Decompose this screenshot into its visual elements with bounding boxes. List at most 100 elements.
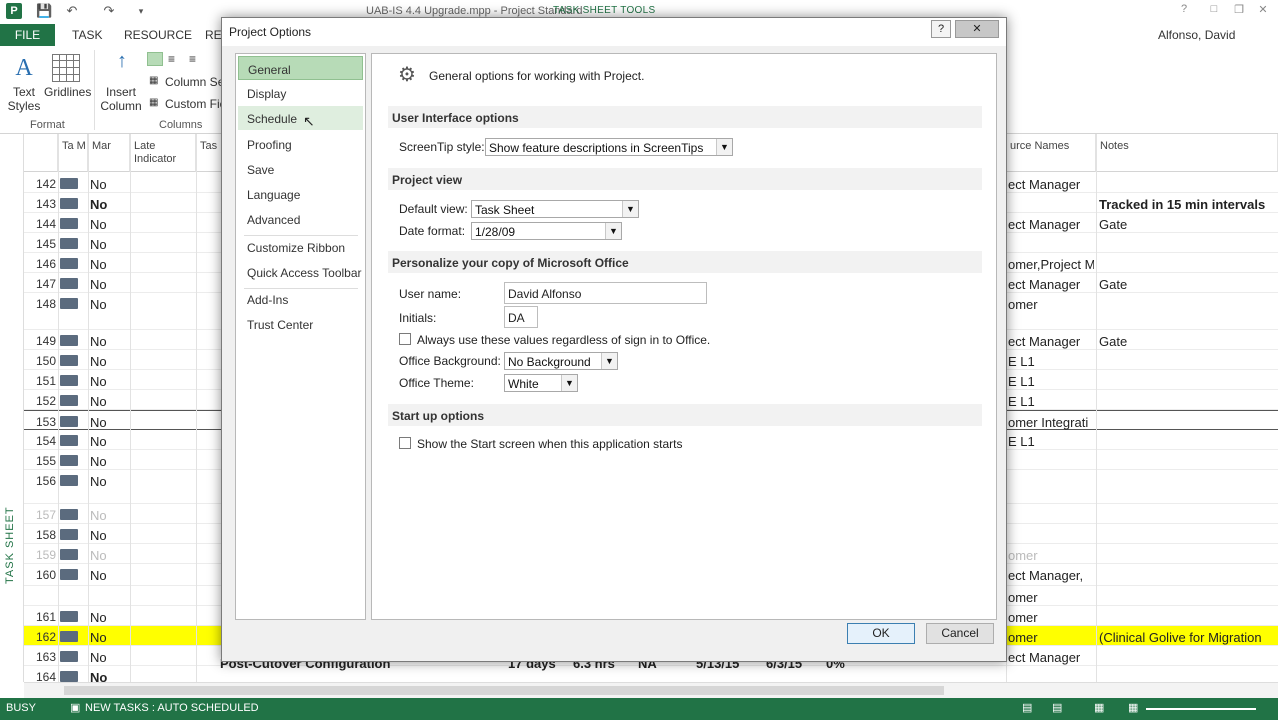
task-mode-icon — [60, 671, 78, 682]
office-background-label: Office Background: — [399, 354, 501, 368]
custom-fields-button[interactable]: Custom Fie — [165, 97, 226, 111]
start-screen-checkbox[interactable] — [399, 437, 411, 449]
gridlines-button[interactable]: Gridlines — [44, 85, 91, 99]
task-mode-icon — [60, 375, 78, 386]
task-mode-icon — [60, 298, 78, 309]
nav-quick-access-toolbar[interactable]: Quick Access Toolbar — [238, 260, 363, 284]
screentip-style-select[interactable]: Show feature descriptions in ScreenTips ▼ — [485, 138, 733, 156]
undo-icon[interactable]: ↶ — [64, 3, 80, 19]
office-background-select[interactable]: No Background ▼ — [504, 352, 618, 370]
nav-add-ins[interactable]: Add-Ins — [238, 287, 363, 311]
nav-schedule[interactable]: Schedule — [238, 106, 363, 130]
user-account[interactable]: Alfonso, David — [1158, 28, 1235, 42]
cell-resource-names: omer,Project M — [1008, 257, 1094, 272]
header-notes[interactable]: Notes — [1096, 134, 1278, 172]
cell-mar: No — [90, 508, 107, 523]
always-use-label: Always use these values regardless of si… — [417, 333, 711, 347]
dialog-close-button[interactable]: ✕ — [955, 20, 999, 38]
nav-advanced[interactable]: Advanced — [238, 207, 363, 231]
nav-display[interactable]: Display — [238, 81, 363, 105]
header-resource-names[interactable]: urce Names — [1006, 134, 1096, 172]
nav-customize-ribbon[interactable]: Customize Ribbon — [238, 235, 363, 259]
date-format-select[interactable]: 1/28/09 ▼ — [471, 222, 622, 240]
user-name-input[interactable]: David Alfonso — [504, 282, 707, 304]
cell-mar: No — [90, 334, 107, 349]
customize-qat-icon[interactable]: ▾ — [133, 3, 149, 19]
chevron-down-icon: ▼ — [622, 201, 638, 217]
row-id: 148 — [35, 297, 56, 311]
tab-task[interactable]: TASK — [72, 28, 102, 42]
nav-language[interactable]: Language — [238, 182, 363, 206]
date-format-label: Date format: — [399, 224, 466, 238]
ok-button[interactable]: OK — [847, 623, 915, 644]
text-styles-button[interactable]: Text Styles — [4, 85, 44, 113]
initials-input[interactable]: DA — [504, 306, 538, 328]
row-id: 155 — [35, 454, 56, 468]
gantt-view-icon[interactable]: ▤ — [1022, 701, 1032, 714]
nav-trust-center[interactable]: Trust Center — [238, 312, 363, 336]
scroll-thumb[interactable] — [64, 686, 944, 695]
task-mode-icon — [60, 631, 78, 642]
insert-column-button[interactable]: Insert Column — [98, 85, 144, 113]
task-mode-icon — [60, 335, 78, 346]
sheet-view-icon[interactable]: ▦ — [1094, 701, 1104, 714]
header-mar[interactable]: Mar — [88, 134, 130, 172]
header-task-mode[interactable]: Ta M — [58, 134, 88, 172]
row-id: 151 — [35, 374, 56, 388]
screentip-style-value: Show feature descriptions in ScreenTips — [489, 141, 704, 155]
save-icon[interactable]: 💾 — [36, 3, 52, 19]
group-format-label: Format — [30, 119, 65, 131]
horizontal-scrollbar[interactable] — [24, 682, 1278, 698]
row-id: 142 — [35, 177, 56, 191]
cell-mar: No — [90, 257, 107, 272]
status-mode: BUSY — [6, 702, 36, 714]
nav-proofing[interactable]: Proofing — [238, 132, 363, 156]
initials-label: Initials: — [399, 311, 437, 325]
task-mode-icon — [60, 475, 78, 486]
nav-general[interactable]: General — [238, 56, 363, 80]
default-view-select[interactable]: Task Sheet ▼ — [471, 200, 639, 218]
zoom-slider[interactable] — [1146, 708, 1256, 710]
view-bar: TASK SHEET — [0, 134, 24, 682]
task-mode-icon — [60, 355, 78, 366]
dialog-help-button[interactable]: ? — [931, 20, 951, 38]
row-id: 153 — [35, 415, 56, 429]
cell-notes: (Clinical Golive for Migration — [1099, 630, 1262, 645]
help-icon[interactable]: ? — [1173, 3, 1195, 19]
redo-icon[interactable]: ↷ — [101, 3, 117, 19]
column-divider — [1096, 134, 1097, 682]
cell-resource-names: ect Manager, — [1008, 568, 1084, 583]
section-user-interface: User Interface options — [388, 106, 982, 128]
align-right-icon[interactable]: ≡ — [189, 52, 196, 66]
custom-fields-icon: ▦ — [149, 97, 159, 108]
cell-resource-names: E L1 — [1008, 434, 1035, 449]
tab-file[interactable]: FILE — [0, 24, 55, 46]
align-center-icon[interactable]: ≡ — [168, 52, 175, 66]
status-new-tasks[interactable]: NEW TASKS : AUTO SCHEDULED — [85, 702, 259, 714]
cell-mar: No — [90, 610, 107, 625]
office-theme-label: Office Theme: — [399, 376, 474, 390]
align-left-icon[interactable] — [147, 52, 163, 66]
nav-save[interactable]: Save — [238, 157, 363, 181]
restore-icon[interactable]: ❐ — [1228, 3, 1250, 19]
cancel-button[interactable]: Cancel — [926, 623, 994, 644]
cell-resource-names: E L1 — [1008, 394, 1035, 409]
task-usage-icon[interactable]: ▤ — [1052, 701, 1062, 714]
ribbon-display-icon[interactable]: □ — [1203, 3, 1225, 19]
row-id: 162 — [35, 630, 56, 644]
always-use-checkbox[interactable] — [399, 333, 411, 345]
view-label: TASK SHEET — [4, 506, 16, 584]
ribbon-separator — [94, 50, 95, 130]
row-id: 160 — [35, 568, 56, 582]
office-theme-select[interactable]: White ▼ — [504, 374, 578, 392]
close-window-icon[interactable]: ✕ — [1252, 3, 1274, 19]
cell-resource-names: omer — [1008, 630, 1038, 645]
calendar-view-icon[interactable]: ▦ — [1128, 701, 1138, 714]
tab-resource[interactable]: RESOURCE — [124, 28, 192, 42]
header-late-indicator[interactable]: Late Indicator — [130, 134, 196, 172]
cell-resource-names: ect Manager — [1008, 177, 1081, 192]
project-app-icon: P — [6, 3, 22, 19]
cell-resource-names: omer — [1008, 297, 1038, 312]
cell-mar: No — [90, 394, 107, 409]
task-mode-icon — [60, 651, 78, 662]
